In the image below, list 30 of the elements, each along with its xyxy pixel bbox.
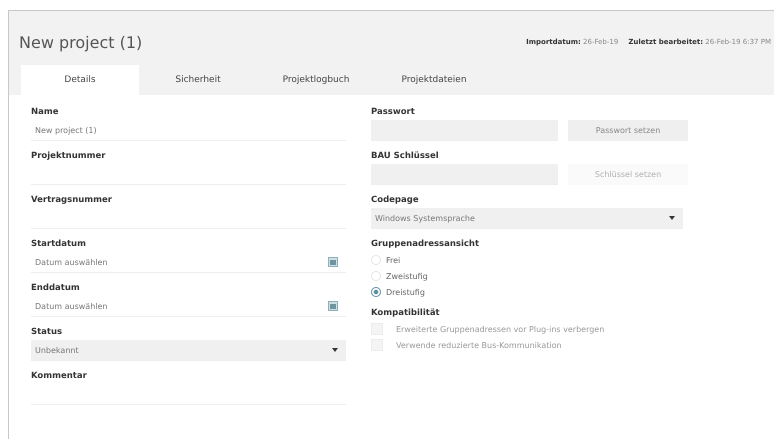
- field-label: Vertragsnummer: [31, 195, 113, 205]
- field-label: BAU Schlüssel: [371, 151, 440, 161]
- field-label: Name: [31, 107, 60, 117]
- field-label: Codepage: [371, 195, 420, 205]
- field-label: Enddatum: [31, 283, 81, 293]
- field-label: Gruppenadressansicht: [371, 239, 480, 249]
- status-dropdown[interactable]: Unbekannt: [31, 340, 346, 361]
- field-label: Passwort: [371, 107, 416, 117]
- radio-label: Zweistufig: [386, 272, 428, 280]
- field-label: Projektnummer: [31, 151, 106, 161]
- field-label: Status: [31, 327, 64, 337]
- tab[interactable]: Projektdateien: [375, 65, 493, 95]
- set-button[interactable]: Passwort setzen: [568, 120, 688, 141]
- calendar-icon[interactable]: [328, 257, 338, 267]
- tab[interactable]: Projektlogbuch: [257, 65, 375, 95]
- checkbox-label: Verwende reduzierte Bus-Kommunikation: [396, 340, 562, 350]
- project-title: New project (1): [19, 32, 142, 52]
- radio-label: Dreistufig: [386, 288, 425, 296]
- field-label: Kompatibilität: [371, 308, 441, 318]
- radio-button[interactable]: [371, 287, 381, 297]
- radio-label: Frei: [386, 256, 400, 264]
- caret-icon: [669, 216, 675, 220]
- caret-icon: [332, 348, 338, 352]
- checkbox-label: Erweiterte Gruppenadressen vor Plug-ins verbergen: [396, 324, 604, 334]
- tab[interactable]: Details: [21, 65, 139, 95]
- codepage-dropdown[interactable]: Windows Systemsprache: [371, 208, 683, 229]
- field-label: Kommentar: [31, 371, 88, 381]
- field-label: Startdatum: [31, 239, 87, 249]
- calendar-icon[interactable]: [328, 301, 338, 311]
- tab[interactable]: Sicherheit: [139, 65, 257, 95]
